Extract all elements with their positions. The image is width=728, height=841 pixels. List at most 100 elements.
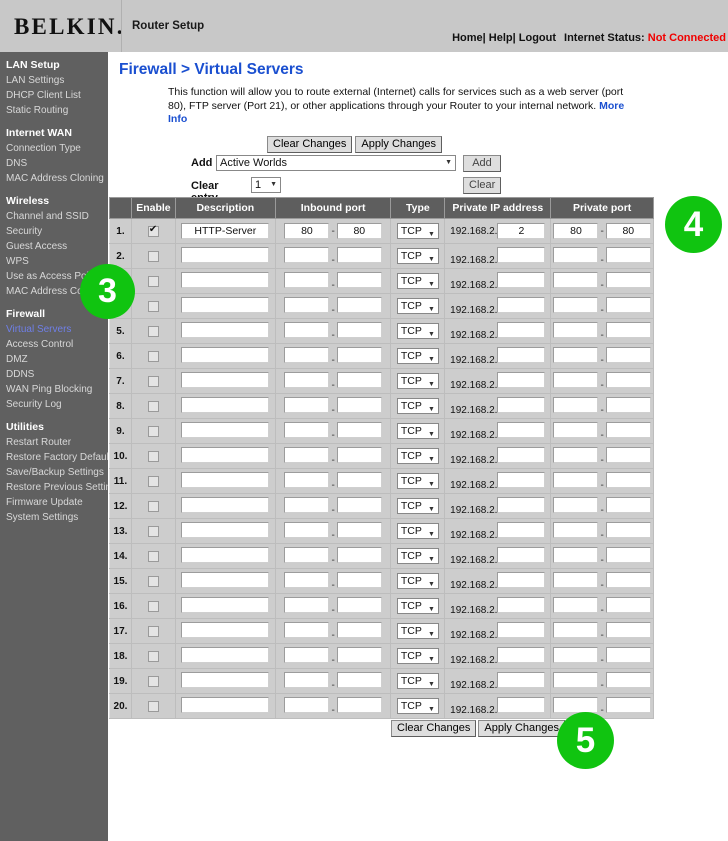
private-port-to-input[interactable] <box>606 697 651 713</box>
sidebar-item-system-settings[interactable]: System Settings <box>0 510 108 525</box>
sidebar-item-lan-settings[interactable]: LAN Settings <box>0 73 108 88</box>
add-service-select[interactable]: Active Worlds <box>216 155 456 171</box>
description-input[interactable] <box>181 597 269 613</box>
private-ip-suffix-input[interactable] <box>497 672 545 688</box>
enable-checkbox[interactable] <box>148 476 159 487</box>
private-ip-suffix-input[interactable] <box>497 397 545 413</box>
description-input[interactable] <box>181 547 269 563</box>
private-port-to-input[interactable] <box>606 247 651 263</box>
inbound-port-to-input[interactable] <box>337 322 382 338</box>
protocol-type-select[interactable]: TCP▼ <box>397 523 439 539</box>
inbound-port-from-input[interactable] <box>284 322 329 338</box>
description-input[interactable] <box>181 397 269 413</box>
private-ip-suffix-input[interactable] <box>497 347 545 363</box>
protocol-type-select[interactable]: TCP▼ <box>397 298 439 314</box>
private-port-to-input[interactable] <box>606 397 651 413</box>
private-port-from-input[interactable] <box>553 572 598 588</box>
private-port-to-input[interactable] <box>606 647 651 663</box>
private-port-to-input[interactable] <box>606 372 651 388</box>
private-ip-suffix-input[interactable] <box>497 522 545 538</box>
private-port-to-input[interactable] <box>606 497 651 513</box>
private-port-from-input[interactable] <box>553 522 598 538</box>
private-ip-suffix-input[interactable] <box>497 497 545 513</box>
private-port-to-input[interactable] <box>606 297 651 313</box>
description-input[interactable] <box>181 372 269 388</box>
enable-checkbox[interactable] <box>148 576 159 587</box>
private-port-to-input[interactable] <box>606 672 651 688</box>
sidebar-item-wan-ping-blocking[interactable]: WAN Ping Blocking <box>0 382 108 397</box>
private-port-from-input[interactable] <box>553 622 598 638</box>
sidebar-item-restore-factory-default[interactable]: Restore Factory Default <box>0 450 108 465</box>
description-input[interactable] <box>181 347 269 363</box>
private-port-from-input[interactable] <box>553 547 598 563</box>
enable-checkbox[interactable] <box>148 526 159 537</box>
sidebar-item-wps[interactable]: WPS <box>0 254 108 269</box>
inbound-port-from-input[interactable] <box>284 347 329 363</box>
protocol-type-select[interactable]: TCP▼ <box>397 273 439 289</box>
private-ip-suffix-input[interactable] <box>497 547 545 563</box>
private-port-to-input[interactable] <box>606 422 651 438</box>
private-port-to-input[interactable] <box>606 622 651 638</box>
enable-checkbox[interactable] <box>148 626 159 637</box>
inbound-port-from-input[interactable] <box>284 572 329 588</box>
inbound-port-to-input[interactable] <box>337 497 382 513</box>
enable-checkbox[interactable] <box>148 551 159 562</box>
inbound-port-to-input[interactable] <box>337 572 382 588</box>
protocol-type-select[interactable]: TCP▼ <box>397 498 439 514</box>
protocol-type-select[interactable]: TCP▼ <box>397 548 439 564</box>
enable-checkbox[interactable] <box>148 676 159 687</box>
private-port-to-input[interactable] <box>606 447 651 463</box>
private-port-to-input[interactable] <box>606 522 651 538</box>
inbound-port-from-input[interactable] <box>284 472 329 488</box>
inbound-port-from-input[interactable] <box>284 447 329 463</box>
inbound-port-to-input[interactable] <box>337 272 382 288</box>
clear-entry-select[interactable]: 1 <box>251 177 281 193</box>
private-port-from-input[interactable] <box>553 272 598 288</box>
private-port-to-input[interactable] <box>606 472 651 488</box>
protocol-type-select[interactable]: TCP▼ <box>397 698 439 714</box>
apply-changes-button-bottom[interactable]: Apply Changes <box>478 720 565 737</box>
private-ip-suffix-input[interactable]: 2 <box>497 223 545 239</box>
private-ip-suffix-input[interactable] <box>497 272 545 288</box>
inbound-port-from-input[interactable] <box>284 522 329 538</box>
private-port-from-input[interactable]: 80 <box>553 223 598 239</box>
help-link[interactable]: Help <box>489 32 513 44</box>
protocol-type-select[interactable]: TCP▼ <box>397 323 439 339</box>
inbound-port-to-input[interactable]: 80 <box>337 223 382 239</box>
protocol-type-select[interactable]: TCP▼ <box>397 448 439 464</box>
enable-checkbox[interactable] <box>148 701 159 712</box>
private-port-from-input[interactable] <box>553 422 598 438</box>
description-input[interactable] <box>181 572 269 588</box>
inbound-port-to-input[interactable] <box>337 422 382 438</box>
sidebar-item-mac-address-cloning[interactable]: MAC Address Cloning <box>0 171 108 186</box>
description-input[interactable] <box>181 672 269 688</box>
private-port-from-input[interactable] <box>553 322 598 338</box>
private-port-from-input[interactable] <box>553 472 598 488</box>
enable-checkbox[interactable] <box>148 601 159 612</box>
enable-checkbox[interactable] <box>148 251 159 262</box>
sidebar-item-save-backup-settings[interactable]: Save/Backup Settings <box>0 465 108 480</box>
inbound-port-to-input[interactable] <box>337 597 382 613</box>
enable-checkbox[interactable] <box>148 326 159 337</box>
private-port-from-input[interactable] <box>553 497 598 513</box>
private-ip-suffix-input[interactable] <box>497 572 545 588</box>
logout-link[interactable]: Logout <box>519 32 556 44</box>
inbound-port-to-input[interactable] <box>337 697 382 713</box>
private-port-from-input[interactable] <box>553 597 598 613</box>
private-port-from-input[interactable] <box>553 247 598 263</box>
clear-changes-button-top[interactable]: Clear Changes <box>267 136 352 153</box>
inbound-port-to-input[interactable] <box>337 247 382 263</box>
sidebar-item-guest-access[interactable]: Guest Access <box>0 239 108 254</box>
sidebar-item-restore-previous-settings[interactable]: Restore Previous Settings <box>0 480 108 495</box>
description-input[interactable] <box>181 472 269 488</box>
enable-checkbox[interactable] <box>148 501 159 512</box>
inbound-port-from-input[interactable] <box>284 297 329 313</box>
inbound-port-to-input[interactable] <box>337 622 382 638</box>
enable-checkbox[interactable] <box>148 451 159 462</box>
private-ip-suffix-input[interactable] <box>497 622 545 638</box>
clear-button[interactable]: Clear <box>463 177 501 194</box>
description-input[interactable] <box>181 272 269 288</box>
enable-checkbox[interactable] <box>148 226 159 237</box>
description-input[interactable] <box>181 497 269 513</box>
protocol-type-select[interactable]: TCP▼ <box>397 648 439 664</box>
